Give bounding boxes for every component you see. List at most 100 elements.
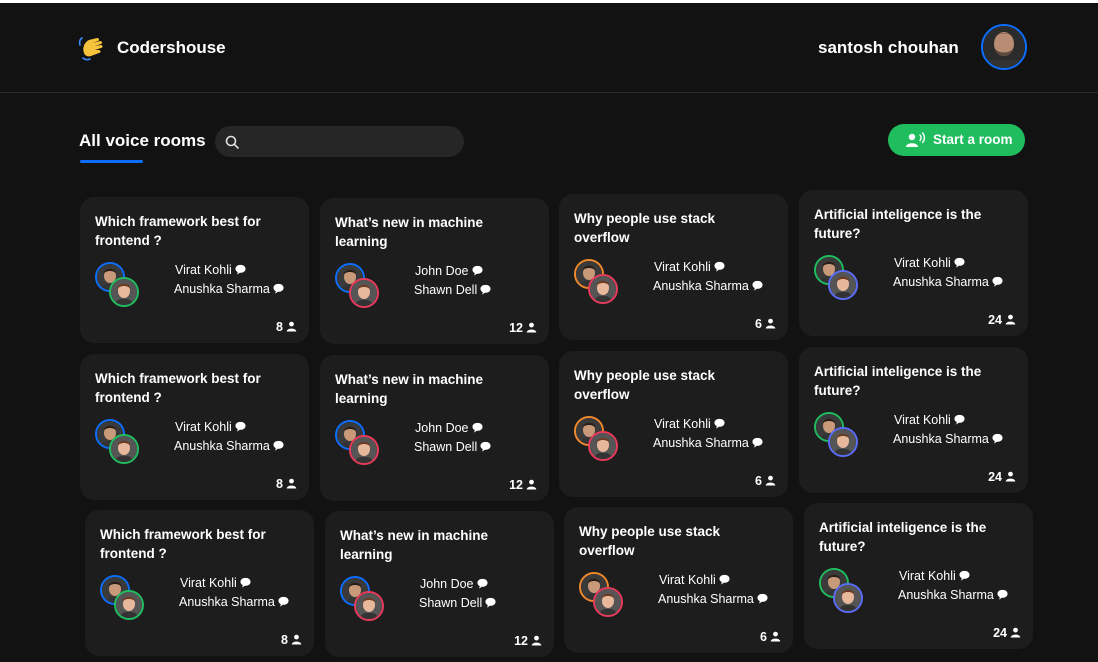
user-avatar-image <box>983 26 1025 68</box>
room-title: Why people use stack overflow <box>579 524 721 558</box>
speaker-name: Virat Kohli <box>894 256 965 270</box>
room-card[interactable]: What’s new in machine learning John Doe Sh… <box>325 511 554 657</box>
listener-count: 8 <box>276 320 297 334</box>
listener-count: 12 <box>509 321 537 335</box>
chat-bubble-icon <box>476 578 488 589</box>
chat-bubble-icon <box>485 597 496 608</box>
speaker-avatar <box>109 434 139 464</box>
listener-count: 12 <box>509 478 537 492</box>
chat-bubble-icon <box>757 593 768 604</box>
user-count-icon <box>291 634 302 645</box>
chat-bubble-icon <box>235 421 246 432</box>
user-count-icon <box>286 478 297 489</box>
speaker-avatar <box>593 587 623 617</box>
speaker-avatar <box>828 427 858 457</box>
room-card[interactable]: Which framework best for frontend ? Virat… <box>85 510 314 656</box>
speaker-name: Anushka Sharma <box>893 275 1003 289</box>
room-title: Artificial inteligence is the future? <box>819 520 987 554</box>
user-count-icon <box>765 318 776 329</box>
speaker-name: Anushka Sharma <box>653 279 763 293</box>
speaker-name: Virat Kohli <box>899 569 970 583</box>
room-card[interactable]: What’s new in machine learning John Doe Sh… <box>320 355 549 501</box>
listener-count: 6 <box>755 474 776 488</box>
user-count-icon <box>1005 314 1016 325</box>
room-title: Which framework best for frontend ? <box>100 527 266 561</box>
chat-bubble-icon <box>992 433 1003 444</box>
room-title: Why people use stack overflow <box>574 368 716 402</box>
speaker-avatar <box>833 583 863 613</box>
user-count-icon <box>1005 471 1016 482</box>
top-navbar: Codershouse santosh chouhan <box>0 3 1098 93</box>
room-title: Which framework best for frontend ? <box>95 371 261 405</box>
app-window: Codershouse santosh chouhan All voice ro… <box>0 3 1098 662</box>
listener-count: 6 <box>755 317 776 331</box>
speaker-name: Virat Kohli <box>175 420 246 434</box>
room-title: Why people use stack overflow <box>574 211 716 245</box>
room-title: Artificial inteligence is the future? <box>814 207 982 241</box>
search-bar[interactable] <box>215 126 464 159</box>
speaker-name: Anushka Sharma <box>653 436 763 450</box>
listener-count: 12 <box>514 634 542 648</box>
user-count-icon <box>531 635 542 646</box>
speaker-avatar <box>588 431 618 461</box>
chat-bubble-icon <box>954 257 965 268</box>
brand-name[interactable]: Codershouse <box>117 38 226 58</box>
speaker-name: John Doe <box>415 264 483 278</box>
chat-bubble-icon <box>480 441 491 452</box>
chat-bubble-icon <box>752 280 763 291</box>
waving-hand-icon[interactable] <box>76 33 106 63</box>
chat-bubble-icon <box>471 265 483 276</box>
speaking-user-icon <box>906 132 926 147</box>
page-heading: All voice rooms <box>79 131 206 150</box>
room-title: Artificial inteligence is the future? <box>814 364 982 398</box>
listener-count: 6 <box>760 630 781 644</box>
speaker-avatar <box>349 435 379 465</box>
speaker-name: Virat Kohli <box>659 573 730 587</box>
chat-bubble-icon <box>480 284 491 295</box>
speaker-avatar <box>354 591 384 621</box>
start-room-button[interactable]: Start a room <box>888 124 1025 156</box>
speaker-name: Virat Kohli <box>175 263 246 277</box>
room-card[interactable]: Which framework best for frontend ? Virat… <box>80 197 309 343</box>
speaker-avatar <box>114 590 144 620</box>
room-card[interactable]: Why people use stack overflow Virat Kohli… <box>564 507 793 653</box>
room-card[interactable]: Artificial inteligence is the future? Vir… <box>799 190 1028 336</box>
chat-bubble-icon <box>997 589 1008 600</box>
chat-bubble-icon <box>235 264 246 275</box>
room-card[interactable]: Why people use stack overflow Virat Kohli… <box>559 194 788 340</box>
listener-count: 24 <box>988 313 1016 327</box>
speaker-name: Shawn Dell <box>414 283 491 297</box>
speaker-name: Virat Kohli <box>654 417 725 431</box>
search-input[interactable] <box>249 126 458 159</box>
room-card[interactable]: Why people use stack overflow Virat Kohli… <box>559 351 788 497</box>
room-card[interactable]: What’s new in machine learning John Doe Sh… <box>320 198 549 344</box>
user-avatar[interactable] <box>981 24 1027 70</box>
search-icon <box>225 135 239 149</box>
active-tab-indicator <box>80 160 143 163</box>
chat-bubble-icon <box>959 570 970 581</box>
speaker-avatar <box>109 277 139 307</box>
speaker-name: John Doe <box>415 421 483 435</box>
user-count-icon <box>765 475 776 486</box>
chat-bubble-icon <box>471 422 483 433</box>
speaker-name: Anushka Sharma <box>179 595 289 609</box>
chat-bubble-icon <box>719 574 730 585</box>
room-title: What’s new in machine learning <box>335 372 484 406</box>
speaker-avatar <box>828 270 858 300</box>
room-card[interactable]: Artificial inteligence is the future? Vir… <box>799 347 1028 493</box>
chat-bubble-icon <box>954 414 965 425</box>
speaker-avatar <box>588 274 618 304</box>
room-card[interactable]: Artificial inteligence is the future? Vir… <box>804 503 1033 649</box>
speaker-name: Anushka Sharma <box>174 439 284 453</box>
speaker-name: Virat Kohli <box>894 413 965 427</box>
listener-count: 24 <box>988 470 1016 484</box>
speaker-name: Anushka Sharma <box>174 282 284 296</box>
room-title: What’s new in machine learning <box>335 215 484 249</box>
start-room-label: Start a room <box>933 132 1013 147</box>
listener-count: 8 <box>281 633 302 647</box>
listener-count: 8 <box>276 477 297 491</box>
user-count-icon <box>770 631 781 642</box>
chat-bubble-icon <box>240 577 251 588</box>
user-count-icon <box>526 322 537 333</box>
room-card[interactable]: Which framework best for frontend ? Virat… <box>80 354 309 500</box>
